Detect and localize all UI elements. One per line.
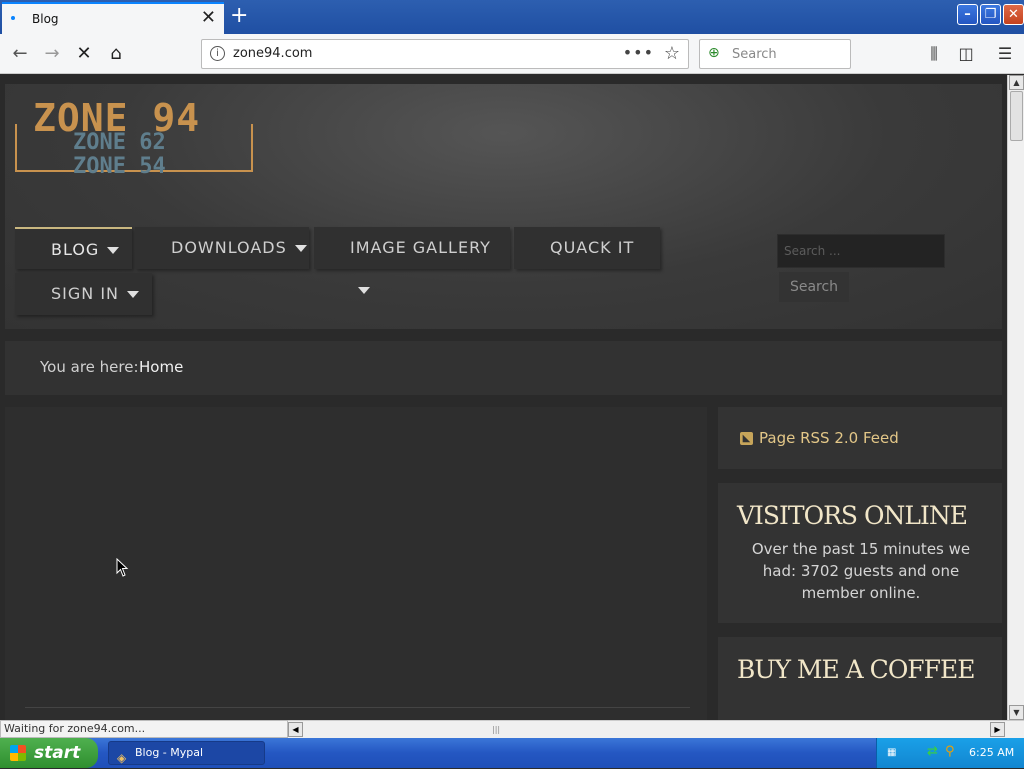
menu-item-downloads[interactable]: DOWNLOADS — [135, 227, 309, 269]
taskbar-item-label: Blog - Mypal — [135, 746, 204, 759]
minimize-button[interactable]: – — [957, 4, 978, 25]
rss-widget: ◣ Page RSS 2.0 Feed — [718, 407, 1002, 469]
menu-label: IMAGE GALLERY — [350, 238, 491, 257]
sidebar-icon[interactable]: ◫ — [954, 42, 978, 66]
site-search-button[interactable]: Search — [779, 272, 849, 302]
bookmark-star-icon[interactable]: ☆ — [664, 43, 680, 64]
dropdown-caret-icon — [294, 245, 307, 252]
windows-logo-icon — [10, 745, 26, 761]
status-bar: Waiting for zone94.com... — [0, 720, 288, 738]
forward-icon[interactable]: → — [40, 42, 64, 66]
scroll-grip-icon[interactable]: ||| — [492, 725, 500, 734]
search-tray-icon[interactable]: ⚲ — [945, 744, 955, 759]
tab-close-icon[interactable]: ✕ — [201, 8, 216, 28]
window-controls: – ❐ ✕ — [957, 4, 1024, 25]
dropdown-caret-icon — [107, 247, 120, 254]
system-tray: ▦ ⇄ ⚲ 6:25 AM — [876, 738, 1024, 768]
keyboard-icon[interactable]: ▦ — [887, 747, 896, 758]
menu-item-blog[interactable]: BLOG — [15, 227, 132, 269]
scroll-right-icon[interactable]: ▶ — [990, 722, 1005, 737]
tab-bar: Blog ✕ + – ❐ ✕ — [0, 0, 1024, 34]
mouse-cursor-icon — [116, 558, 129, 577]
back-icon[interactable]: ← — [8, 42, 32, 66]
network-icon[interactable]: ⇄ — [927, 744, 938, 759]
web-page: ZONE 94 ZONE 62 ZONE 54 BLOG DOWNLOADS I… — [0, 75, 1007, 720]
menu-label: QUACK IT — [550, 238, 635, 257]
home-icon[interactable]: ⌂ — [104, 42, 128, 66]
menu-item-quack-it[interactable]: QUACK IT — [514, 227, 660, 269]
browser-search-box[interactable]: ⊕ Search — [699, 39, 851, 69]
scroll-left-icon[interactable]: ◀ — [288, 722, 303, 737]
browser-tab[interactable]: Blog ✕ — [2, 2, 224, 34]
nav-toolbar: ← → ✕ ⌂ i zone94.com ••• ☆ ⊕ Search ⫼ ◫ … — [0, 34, 1024, 74]
content-divider — [25, 707, 690, 708]
library-icon[interactable]: ⫼ — [922, 42, 946, 66]
start-label: start — [34, 743, 81, 763]
search-engine-icon: ⊕ — [708, 45, 720, 61]
breadcrumb-current: Home — [139, 358, 184, 376]
clock[interactable]: 6:25 AM — [969, 746, 1014, 759]
taskbar-item-browser[interactable]: ◈ Blog - Mypal — [108, 741, 265, 765]
dropdown-caret-icon — [127, 291, 140, 298]
site-search-input[interactable]: Search ... — [777, 234, 945, 268]
breadcrumb-label: You are here: — [40, 358, 139, 376]
breadcrumb: You are here: Home — [5, 341, 1002, 395]
menu-icon[interactable]: ☰ — [993, 42, 1017, 66]
visitors-text: Over the past 15 minutes we had: 3702 gu… — [751, 540, 971, 602]
dropdown-caret-icon — [358, 287, 370, 294]
menu-label: SIGN IN — [51, 284, 120, 303]
page-actions-icon[interactable]: ••• — [623, 43, 654, 62]
browser-search-placeholder: Search — [732, 47, 777, 62]
tab-title: Blog — [32, 12, 59, 26]
visitors-title: VISITORS ONLINE — [737, 501, 968, 530]
taskbar: start ◈ Blog - Mypal ▦ ⇄ ⚲ 6:25 AM — [0, 738, 1024, 768]
site-info-icon[interactable]: i — [210, 46, 225, 61]
tab-loading-icon — [11, 16, 15, 20]
browser-app-icon: ◈ — [117, 751, 127, 765]
scroll-thumb[interactable] — [1010, 91, 1023, 141]
rss-link[interactable]: Page RSS 2.0 Feed — [759, 429, 899, 447]
menu-label: BLOG — [51, 240, 100, 259]
main-content — [5, 407, 707, 720]
close-window-button[interactable]: ✕ — [1003, 4, 1024, 25]
start-button[interactable]: start — [0, 738, 98, 768]
rss-icon: ◣ — [740, 432, 753, 445]
vertical-scrollbar[interactable]: ▲ ▼ — [1007, 75, 1024, 720]
menu-item-image-gallery[interactable]: IMAGE GALLERY — [314, 227, 510, 294]
scroll-up-icon[interactable]: ▲ — [1009, 75, 1024, 90]
scroll-down-icon[interactable]: ▼ — [1009, 705, 1024, 720]
logo-subtitle-2: ZONE 54 — [73, 154, 166, 179]
new-tab-icon[interactable]: + — [230, 4, 248, 28]
stop-icon[interactable]: ✕ — [72, 42, 96, 66]
site-header: ZONE 94 ZONE 62 ZONE 54 BLOG DOWNLOADS I… — [5, 84, 1002, 329]
menu-label: DOWNLOADS — [171, 238, 287, 257]
address-bar[interactable]: i zone94.com ••• ☆ — [201, 39, 689, 69]
horizontal-scrollbar[interactable]: ◀ ||| ▶ — [288, 720, 1024, 738]
restore-button[interactable]: ❐ — [980, 4, 1001, 25]
logo-subtitle-1: ZONE 62 — [73, 130, 166, 155]
coffee-widget: BUY ME A COFFEE — [718, 637, 1002, 720]
url-text[interactable]: zone94.com — [233, 46, 312, 61]
menu-item-sign-in[interactable]: SIGN IN — [15, 273, 152, 315]
visitors-widget: VISITORS ONLINE Over the past 15 minutes… — [718, 483, 1002, 623]
site-logo[interactable]: ZONE 94 ZONE 62 ZONE 54 — [15, 96, 255, 186]
coffee-title: BUY ME A COFFEE — [737, 655, 976, 684]
